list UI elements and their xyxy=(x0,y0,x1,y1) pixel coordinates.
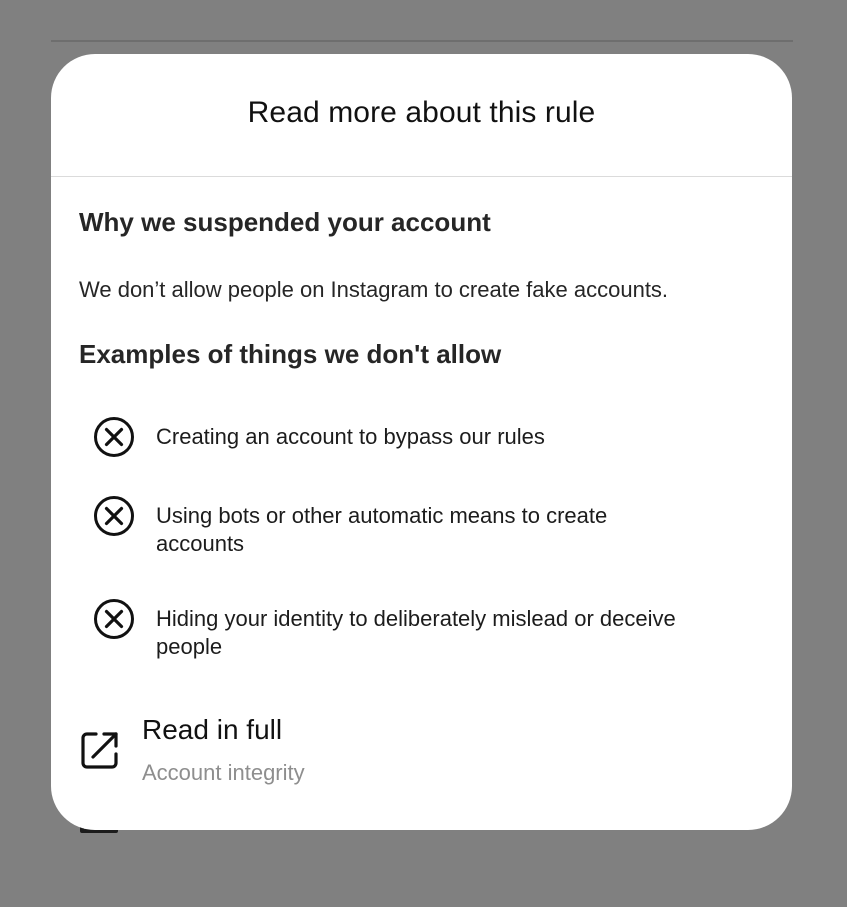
dialog-title: Read more about this rule xyxy=(247,96,596,129)
circle-x-icon xyxy=(94,599,134,639)
examples-heading: Examples of things we don't allow xyxy=(79,339,502,369)
circle-x-icon xyxy=(94,496,134,536)
why-suspended-heading: Why we suspended your account xyxy=(79,207,491,237)
example-text: Using bots or other automatic means to c… xyxy=(156,503,608,556)
example-item: Hiding your identity to deliberately mis… xyxy=(93,598,693,668)
circle-x-icon xyxy=(94,417,134,457)
example-item: Using bots or other automatic means to c… xyxy=(93,495,693,565)
read-in-full-title: Read in full xyxy=(142,714,283,745)
external-link-icon xyxy=(81,732,118,769)
example-text: Creating an account to bypass our rules xyxy=(156,424,545,449)
rule-info-dialog: Read more about this rule Why we suspend… xyxy=(51,54,792,830)
example-text: Hiding your identity to deliberately mis… xyxy=(156,606,676,659)
rule-description: We don’t allow people on Instagram to cr… xyxy=(79,277,669,302)
dialog-header: Read more about this rule xyxy=(51,54,792,177)
example-item: Creating an account to bypass our rules xyxy=(93,416,693,486)
read-in-full-link[interactable]: Read in full Account integrity xyxy=(79,714,499,794)
background-divider xyxy=(51,40,793,42)
read-in-full-subtitle: Account integrity xyxy=(142,760,305,785)
